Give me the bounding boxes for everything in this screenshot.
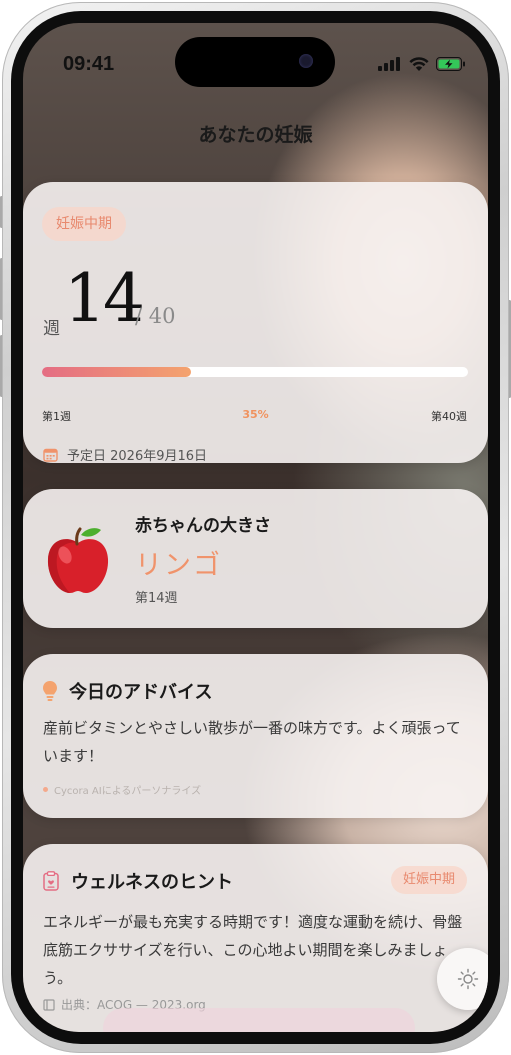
clipboard-heart-icon: [43, 871, 59, 891]
wellness-text: エネルギーが最も充実する時期です！適度な運動を続け、骨盤底筋エクササイズを行い、…: [43, 913, 463, 987]
baby-size-fruit: リンゴ: [135, 550, 222, 581]
progress-end-label: 第40週: [431, 410, 467, 423]
wellness-header: ウェルネスのヒント: [43, 868, 233, 894]
advice-header: 今日のアドバイス: [43, 678, 212, 704]
baby-size-label: 赤ちゃんの大きさ: [135, 516, 271, 536]
current-week-number: 14: [64, 260, 145, 337]
advice-title: 今日のアドバイス: [69, 682, 213, 703]
due-date-row: 予定日 2026年9月16日: [43, 445, 207, 464]
advice-text: 産前ビタミンとやさしい散歩が一番の味方です。よく頑張っています！: [43, 719, 461, 765]
baby-size-card[interactable]: 赤ちゃんの大きさ リンゴ 第14週: [23, 489, 488, 628]
week-prefix: 週: [43, 319, 60, 339]
ai-dot-icon: [43, 787, 48, 792]
wellness-trimester-badge: 妊娠中期: [390, 866, 467, 894]
progress-fill: [42, 367, 192, 377]
wellness-tip-card[interactable]: ウェルネスのヒント 妊娠中期 エネルギーが最も充実する時期です！適度な運動を続け…: [23, 844, 488, 1032]
ai-credit-text: Cycora AIによるパーソナライズ: [54, 786, 202, 797]
cellular-signal-icon: [378, 57, 400, 71]
bottom-tab-bar[interactable]: [103, 1008, 415, 1032]
page-title: あなたの妊娠: [198, 124, 313, 146]
baby-size-week: 第14週: [135, 591, 178, 606]
screen: 09:41 あなたの妊娠 妊娠中期 週 14 / 40 第1週 35% 第40週…: [23, 23, 488, 1032]
apple-icon: [47, 527, 109, 593]
ai-credit: Cycora AIによるパーソナライズ: [43, 782, 201, 797]
camera-icon: [299, 54, 313, 68]
book-icon: [43, 998, 55, 1011]
wellness-title: ウェルネスのヒント: [71, 872, 233, 893]
wifi-icon: [409, 56, 429, 71]
dynamic-island: [175, 37, 335, 87]
due-date-text: 予定日 2026年9月16日: [67, 449, 208, 464]
battery-charging-icon: [436, 57, 465, 71]
trimester-badge: 妊娠中期: [42, 207, 126, 241]
calendar-icon: [43, 448, 58, 462]
daily-advice-card[interactable]: 今日のアドバイス 産前ビタミンとやさしい散歩が一番の味方です。よく頑張っています…: [23, 654, 488, 818]
total-weeks: / 40: [135, 304, 176, 328]
status-icons: [378, 56, 466, 71]
lightbulb-icon: [43, 681, 57, 701]
progress-percent: 35%: [242, 408, 269, 421]
pregnancy-progress-card[interactable]: 妊娠中期 週 14 / 40 第1週 35% 第40週 予定日 2026年9月1…: [23, 182, 488, 464]
sun-icon: [457, 968, 479, 990]
status-time: 09:41: [63, 53, 115, 75]
progress-track: [42, 367, 468, 377]
